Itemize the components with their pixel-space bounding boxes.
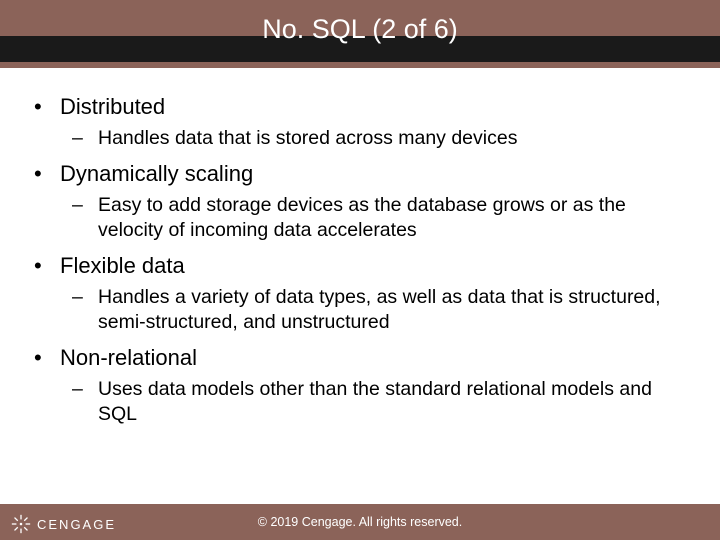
subbullet-4: – Uses data models other than the standa… (34, 377, 686, 427)
bullet-4: • Non-relational (34, 345, 686, 371)
bullet-1-label: Distributed (60, 94, 165, 120)
subbullet-3: – Handles a variety of data types, as we… (34, 285, 686, 335)
copyright-text: © 2019 Cengage. All rights reserved. (258, 515, 462, 529)
brand-logo: CENGAGE (10, 513, 116, 535)
subbullet-3-text: Handles a variety of data types, as well… (98, 285, 686, 335)
dash-marker: – (72, 193, 98, 243)
bullet-marker: • (34, 253, 60, 279)
subbullet-2: – Easy to add storage devices as the dat… (34, 193, 686, 243)
bullet-marker: • (34, 345, 60, 371)
bullet-2-label: Dynamically scaling (60, 161, 253, 187)
subbullet-1-text: Handles data that is stored across many … (98, 126, 517, 151)
subbullet-2-text: Easy to add storage devices as the datab… (98, 193, 686, 243)
slide-body: • Distributed – Handles data that is sto… (0, 68, 720, 427)
bullet-marker: • (34, 94, 60, 120)
starburst-icon (10, 513, 32, 535)
dash-marker: – (72, 285, 98, 335)
subbullet-4-text: Uses data models other than the standard… (98, 377, 686, 427)
bullet-3-label: Flexible data (60, 253, 185, 279)
subbullet-1: – Handles data that is stored across man… (34, 126, 686, 151)
slide-title: No. SQL (2 of 6) (0, 14, 720, 45)
dash-marker: – (72, 377, 98, 427)
dash-marker: – (72, 126, 98, 151)
brand-name: CENGAGE (37, 517, 116, 532)
bullet-2: • Dynamically scaling (34, 161, 686, 187)
footer-bar: CENGAGE © 2019 Cengage. All rights reser… (0, 504, 720, 540)
title-banner: No. SQL (2 of 6) (0, 0, 720, 68)
bullet-4-label: Non-relational (60, 345, 197, 371)
bullet-3: • Flexible data (34, 253, 686, 279)
bullet-marker: • (34, 161, 60, 187)
bullet-1: • Distributed (34, 94, 686, 120)
